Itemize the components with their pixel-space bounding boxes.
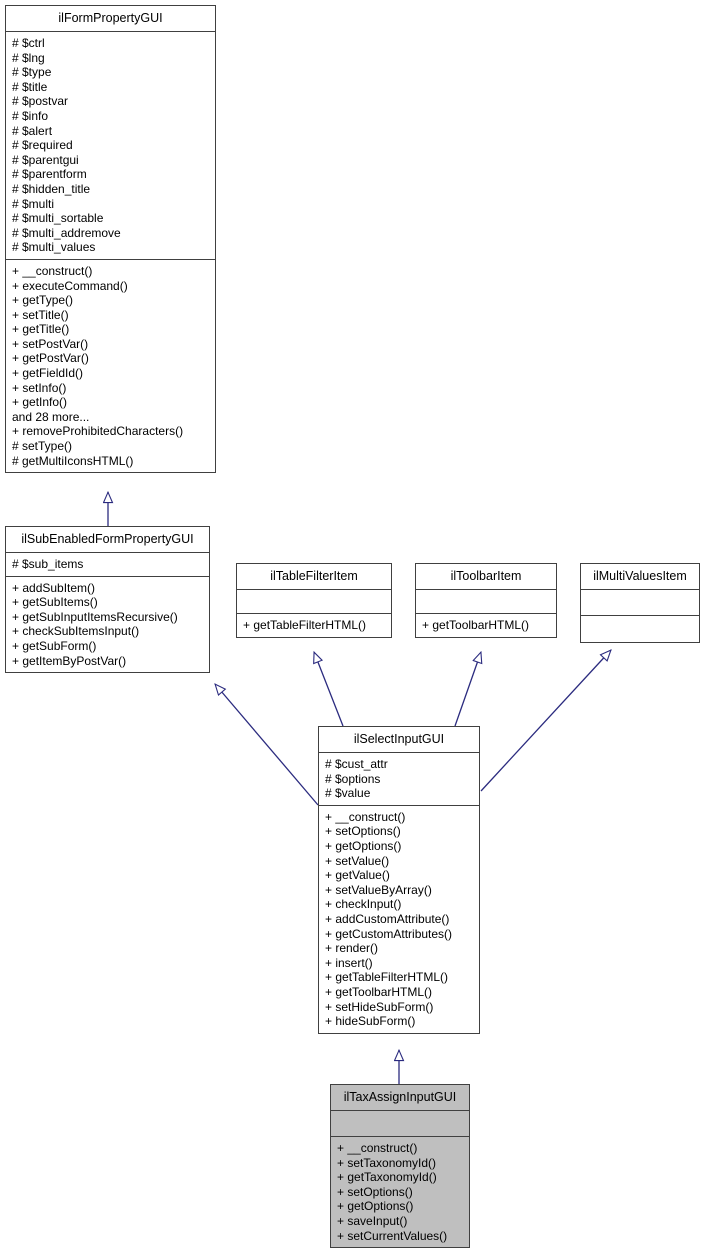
methods-compartment: + getToolbarHTML(): [416, 614, 556, 637]
member-row: + render(): [325, 941, 379, 956]
member-row: + getTaxonomyId(): [337, 1170, 437, 1185]
member-row: + __construct(): [337, 1141, 418, 1155]
member-row: + hideSubForm(): [325, 1014, 416, 1029]
member-row: + checkInput(): [325, 897, 402, 912]
methods-compartment: + getTableFilterHTML(): [237, 614, 391, 637]
class-box-ilmultivaluesitem[interactable]: ilMultiValuesItem: [580, 563, 700, 643]
member-row: # $cust_attr: [325, 757, 388, 771]
class-box-iltaxassigninputgui[interactable]: ilTaxAssignInputGUI + __construct() + set…: [330, 1084, 470, 1249]
attributes-compartment: [331, 1111, 469, 1137]
class-box-iltablefilteritem[interactable]: ilTableFilterItem + getTableFilterHTML(): [236, 563, 392, 638]
member-row: + getSubInputItemsRecursive(): [12, 609, 178, 624]
attributes-compartment: # $cust_attr # $options # $value: [319, 753, 479, 806]
class-box-ilselectinputgui[interactable]: ilSelectInputGUI # $cust_attr # $options #…: [318, 726, 480, 1034]
class-box-ilformpropertygui[interactable]: ilFormPropertyGUI # $ctrl # $lng # $type # …: [5, 5, 216, 474]
member-row: + setOptions(): [337, 1184, 413, 1199]
member-row: + getTableFilterHTML(): [243, 618, 367, 632]
member-row: + setValue(): [325, 853, 390, 868]
attributes-compartment: [581, 590, 699, 616]
member-row: + getOptions(): [337, 1199, 414, 1214]
member-row: + addSubItem(): [12, 580, 96, 595]
member-row: + setTaxonomyId(): [337, 1155, 437, 1170]
member-row: + setOptions(): [325, 824, 401, 839]
class-title-ilmultivaluesitem: ilMultiValuesItem: [581, 564, 699, 590]
class-box-iltoolbaritem[interactable]: ilToolbarItem + getToolbarHTML(): [415, 563, 557, 638]
member-row: + setCurrentValues(): [337, 1228, 448, 1243]
member-row: + getPostVar(): [12, 351, 89, 366]
attributes-compartment: [237, 590, 391, 614]
member-row: # $multi_sortable: [12, 211, 104, 226]
member-row: + getTableFilterHTML(): [325, 970, 449, 985]
member-row: # $lng: [12, 50, 45, 65]
member-row: # $alert: [12, 123, 53, 138]
member-row: + checkSubItemsInput(): [12, 624, 140, 639]
member-row: + setValueByArray(): [325, 882, 432, 897]
member-row: + getToolbarHTML(): [422, 618, 530, 632]
member-row: # $multi: [12, 196, 55, 211]
class-title-iltoolbaritem: ilToolbarItem: [416, 564, 556, 590]
attributes-compartment: # $sub_items: [6, 553, 209, 577]
member-row: + getCustomAttributes(): [325, 926, 453, 941]
member-row: # $parentform: [12, 167, 87, 182]
class-title-iltaxassigninputgui: ilTaxAssignInputGUI: [331, 1085, 469, 1111]
member-row: + __construct(): [325, 809, 406, 824]
member-row: + removeProhibitedCharacters(): [12, 424, 184, 439]
member-row: + getInfo(): [12, 395, 68, 410]
member-row: + setInfo(): [12, 380, 67, 395]
edge-ilselectinput-to-ilsubenabled: [215, 684, 319, 806]
member-row: + getType(): [12, 293, 74, 308]
class-title-ilselectinputgui: ilSelectInputGUI: [319, 727, 479, 753]
member-row: + __construct(): [12, 263, 93, 278]
class-box-ilsubenabledformpropertygui[interactable]: ilSubEnabledFormPropertyGUI # $sub_items…: [5, 526, 210, 674]
member-row: # $title: [12, 79, 48, 94]
member-row: + addCustomAttribute(): [325, 911, 450, 926]
edge-ilselectinput-to-iltoolbaritem: [454, 652, 481, 727]
member-row: + getValue(): [325, 868, 390, 883]
member-row: # $hidden_title: [12, 181, 91, 196]
member-row: # $options: [325, 771, 381, 786]
member-row: + getSubItems(): [12, 595, 98, 610]
methods-compartment: + __construct() + setOptions() + getOption…: [319, 806, 479, 1033]
member-row: + setPostVar(): [12, 336, 89, 351]
member-row: # $ctrl: [12, 36, 45, 50]
member-row: # setType(): [12, 439, 73, 454]
member-row: # $value: [325, 786, 371, 801]
methods-compartment: + __construct() + executeCommand() + getTy…: [6, 260, 215, 472]
methods-compartment: [581, 616, 699, 642]
member-row: + executeCommand(): [12, 278, 128, 293]
member-row: + insert(): [325, 955, 373, 970]
member-row: + getOptions(): [325, 838, 402, 853]
member-row: # $multi_values: [12, 240, 96, 255]
member-row: # $multi_addremove: [12, 225, 121, 240]
class-title-ilsubenabledformpropertygui: ilSubEnabledFormPropertyGUI: [6, 527, 209, 553]
member-row: + getSubForm(): [12, 638, 97, 653]
member-row: # $info: [12, 108, 49, 123]
member-row: + setTitle(): [12, 307, 69, 322]
member-row: + getItemByPostVar(): [12, 653, 127, 668]
edge-ilselectinput-to-iltablefilteritem: [314, 652, 344, 727]
edge-ilselectinput-to-ilmultivaluesitem: [480, 650, 611, 792]
member-row: + setHideSubForm(): [325, 999, 434, 1014]
member-row: and 28 more...: [12, 409, 90, 424]
member-row: + getTitle(): [12, 322, 70, 337]
class-title-iltablefilteritem: ilTableFilterItem: [237, 564, 391, 590]
attributes-compartment: # $ctrl # $lng # $type # $title # $postvar # …: [6, 32, 215, 260]
member-row: # $postvar: [12, 94, 69, 109]
member-row: # $required: [12, 138, 73, 153]
class-title-ilformpropertygui: ilFormPropertyGUI: [6, 6, 215, 32]
uml-class-diagram: ilFormPropertyGUI --> ilSubEnabledFormPr…: [0, 0, 707, 1256]
member-row: + saveInput(): [337, 1213, 408, 1228]
methods-compartment: + __construct() + setTaxonomyId() + getTax…: [331, 1137, 469, 1247]
member-row: # $sub_items: [12, 557, 84, 571]
member-row: + getToolbarHTML(): [325, 984, 433, 999]
attributes-compartment: [416, 590, 556, 614]
methods-compartment: + addSubItem() + getSubItems() + getSubInp…: [6, 577, 209, 673]
member-row: # getMultiIconsHTML(): [12, 453, 134, 468]
member-row: # $parentgui: [12, 152, 79, 167]
member-row: + getFieldId(): [12, 366, 84, 381]
member-row: # $type: [12, 65, 52, 80]
